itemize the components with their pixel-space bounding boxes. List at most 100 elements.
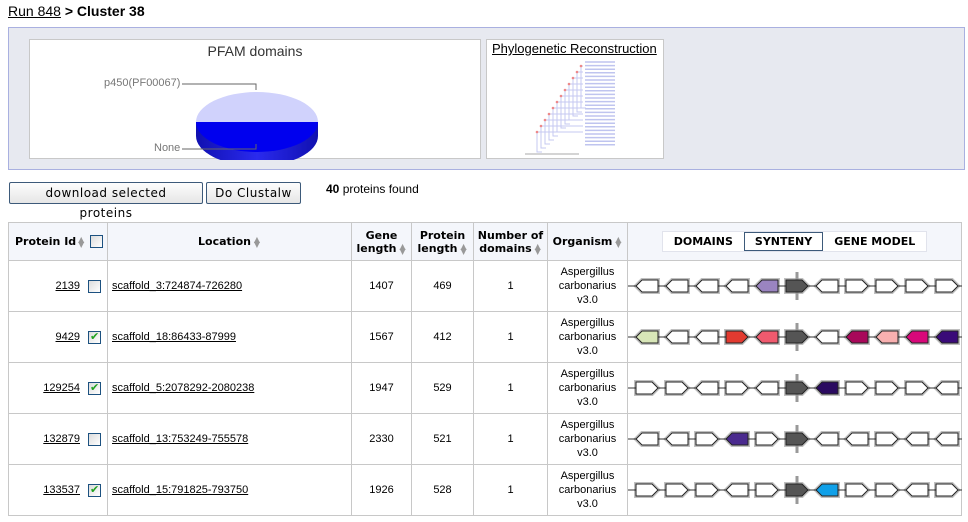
- tab-gene-model[interactable]: GENE MODEL: [823, 232, 926, 251]
- cell-location: scaffold_3:724874-726280: [107, 260, 352, 312]
- synteny-track: [628, 425, 962, 453]
- select-all-checkbox[interactable]: [90, 235, 104, 249]
- sort-icon[interactable]: ▲ ▼: [399, 242, 407, 255]
- organism-genus: Aspergillus: [560, 368, 615, 380]
- pfam-pie-svg: [182, 83, 318, 160]
- summary-panel: PFAM domains p450(PF00067) None Phylogen…: [8, 27, 965, 170]
- header-gene-length[interactable]: Gene length ▲ ▼: [351, 222, 412, 261]
- header-protein-id[interactable]: Protein Id ▲ ▼: [8, 222, 108, 261]
- header-domains-line2: domains: [479, 241, 532, 255]
- protein-id-link[interactable]: 132879: [43, 433, 80, 445]
- cell-protein-id: 133537: [8, 464, 108, 516]
- sort-icon[interactable]: ▲ ▼: [534, 242, 542, 255]
- protein-id-link[interactable]: 129254: [43, 382, 80, 394]
- location-link[interactable]: scaffold_13:753249-755578: [112, 433, 248, 445]
- pie-label-none: None: [154, 142, 181, 154]
- sort-icon[interactable]: ▲ ▼: [253, 236, 261, 249]
- protein-id-link[interactable]: 133537: [43, 484, 80, 496]
- cell-organism: Aspergillus carbonarius v3.0: [547, 311, 628, 363]
- location-link[interactable]: scaffold_5:2078292-2080238: [112, 382, 254, 394]
- organism-species: carbonarius: [558, 331, 617, 343]
- cell-gene-length: 1407: [351, 260, 412, 312]
- tree-node: [539, 124, 543, 128]
- organism-species: carbonarius: [558, 484, 617, 496]
- label-line-p450: [182, 83, 257, 90]
- header-organism[interactable]: Organism ▲ ▼: [547, 222, 628, 261]
- tree-node: [579, 64, 583, 68]
- sort-icon[interactable]: ▲ ▼: [614, 236, 622, 249]
- tree-node: [543, 118, 547, 122]
- organism-version: v3.0: [577, 447, 598, 459]
- organism-species: carbonarius: [558, 433, 617, 445]
- sort-icon[interactable]: ▲ ▼: [460, 242, 468, 255]
- cell-location: scaffold_18:86433-87999: [107, 311, 352, 363]
- header-view-tabs: DOMAINS SYNTENY GENE MODEL: [627, 222, 962, 261]
- cell-synteny: [627, 311, 962, 363]
- cell-domains: 1: [473, 311, 548, 363]
- header-location[interactable]: Location ▲ ▼: [107, 222, 352, 261]
- organism-genus: Aspergillus: [560, 419, 615, 431]
- cell-gene-length: 1926: [351, 464, 412, 516]
- cell-organism: Aspergillus carbonarius v3.0: [547, 413, 628, 465]
- tree-node: [563, 88, 567, 92]
- table-row: 133537 scaffold_15:791825-793750 19265281A…: [8, 464, 962, 516]
- organism-version: v3.0: [577, 498, 598, 510]
- do-clustalw-button[interactable]: Do Clustalw: [206, 182, 301, 204]
- organism-genus: Aspergillus: [560, 266, 615, 278]
- cell-synteny: [627, 413, 962, 465]
- location-link[interactable]: scaffold_3:724874-726280: [112, 280, 242, 292]
- cell-domains: 1: [473, 362, 548, 414]
- table-row: 132879 scaffold_13:753249-755578 2330 521 1 A…: [8, 413, 962, 465]
- phylo-tree-icon: [525, 61, 615, 155]
- organism-species: carbonarius: [558, 382, 617, 394]
- tree-node: [555, 100, 559, 104]
- view-tabs: DOMAINS SYNTENY GENE MODEL: [661, 231, 928, 252]
- location-link[interactable]: scaffold_18:86433-87999: [112, 331, 236, 343]
- cell-domains: 1: [473, 413, 548, 465]
- cell-location: scaffold_5:2078292-2080238: [107, 362, 352, 414]
- table-row: 2139 scaffold_3:724874-726280 1407 469 1 Aspe…: [8, 260, 962, 312]
- tree-branch: [540, 125, 583, 149]
- cell-synteny: [627, 260, 962, 312]
- row-select-checkbox[interactable]: [88, 330, 101, 344]
- row-select-checkbox[interactable]: [88, 483, 101, 497]
- tree-node: [567, 82, 571, 86]
- tab-domains[interactable]: DOMAINS: [663, 232, 744, 251]
- tree-node: [559, 94, 563, 98]
- row-select-checkbox[interactable]: [88, 381, 101, 395]
- download-selected-proteins-button[interactable]: download selected proteins: [9, 182, 203, 220]
- cell-organism: Aspergillus carbonarius v3.0: [547, 260, 628, 312]
- organism-version: v3.0: [577, 396, 598, 408]
- row-select-checkbox[interactable]: [88, 432, 101, 446]
- location-link[interactable]: scaffold_15:791825-793750: [112, 484, 248, 496]
- table-header-row: Protein Id ▲ ▼ Location ▲ ▼ Gene length ▲ ▼ Pro…: [8, 222, 962, 261]
- cell-organism: Aspergillus carbonarius v3.0: [547, 464, 628, 516]
- breadcrumb-current: Cluster 38: [76, 3, 145, 19]
- cell-protein-length: 412: [411, 311, 474, 363]
- tab-synteny[interactable]: SYNTENY: [743, 232, 824, 251]
- header-protein-id-label: Protein Id: [15, 234, 77, 248]
- protein-id-link[interactable]: 2139: [56, 280, 80, 292]
- organism-version: v3.0: [577, 345, 598, 357]
- header-domains[interactable]: Number of domains ▲ ▼: [473, 222, 548, 261]
- breadcrumb-run-link[interactable]: Run 848: [8, 3, 61, 19]
- row-select-checkbox[interactable]: [88, 279, 101, 293]
- tree-branch: [564, 89, 583, 125]
- protein-id-link[interactable]: 9429: [56, 331, 80, 343]
- cell-gene-length: 1947: [351, 362, 412, 414]
- organism-version: v3.0: [577, 294, 598, 306]
- header-location-label: Location: [198, 235, 251, 248]
- header-protein-length[interactable]: Protein length ▲ ▼: [411, 222, 474, 261]
- organism-species: carbonarius: [558, 280, 617, 292]
- sort-icon[interactable]: ▲ ▼: [78, 235, 86, 248]
- count-suffix: proteins found: [339, 182, 419, 196]
- cell-synteny: [627, 362, 962, 414]
- header-gene-length-line2: length: [356, 241, 397, 255]
- tree-node: [571, 76, 575, 80]
- breadcrumb-separator: >: [64, 3, 74, 19]
- cell-protein-length: 529: [411, 362, 474, 414]
- phylogeny-thumbnail[interactable]: Phylogenetic Reconstruction: [486, 39, 664, 159]
- cell-protein-id: 2139: [8, 260, 108, 312]
- cell-gene-length: 2330: [351, 413, 412, 465]
- cell-domains: 1: [473, 464, 548, 516]
